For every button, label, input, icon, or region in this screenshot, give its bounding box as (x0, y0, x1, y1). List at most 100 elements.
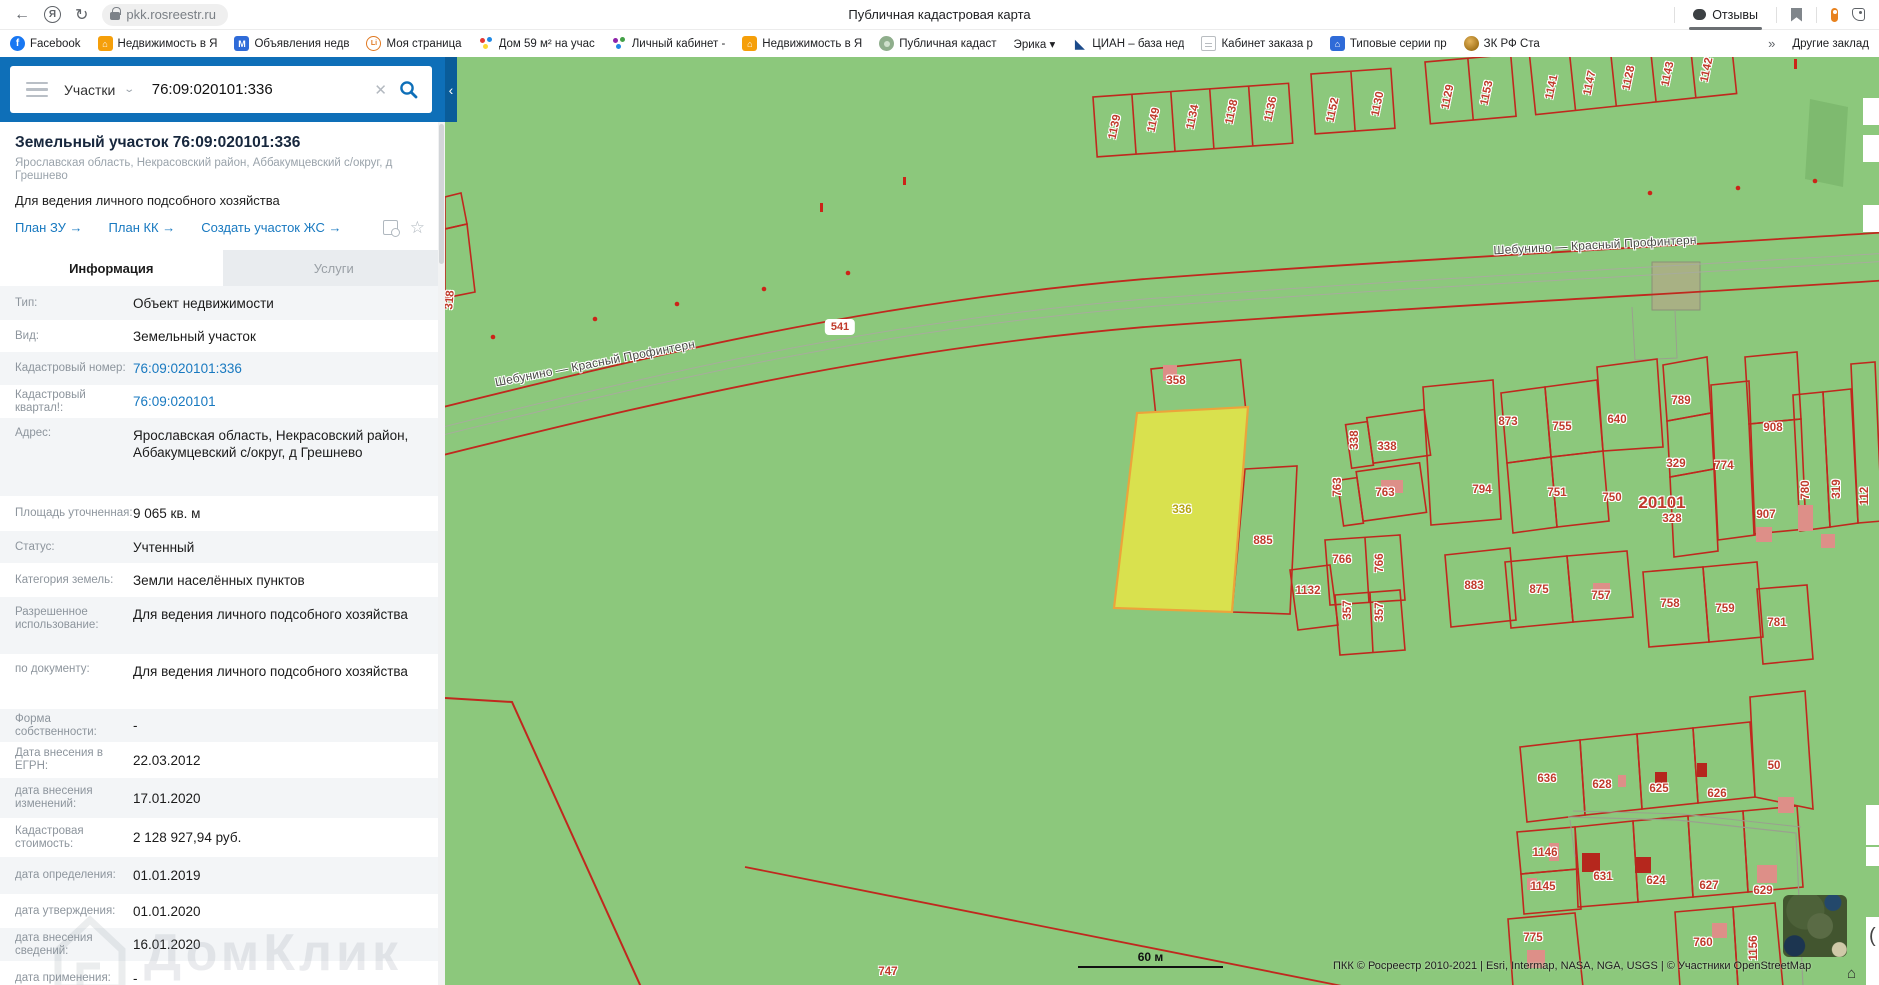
bookmark-icon[interactable] (1791, 7, 1802, 22)
parcel-number-label: 1156 (1748, 935, 1760, 961)
parcel-number-label: 763 (1332, 477, 1344, 497)
bookmark-item[interactable]: Дом 59 м² на учас (478, 36, 595, 51)
bookmark-item[interactable]: Кабинет заказа р (1201, 36, 1313, 51)
address-bar[interactable]: pkk.rosreestr.ru (102, 3, 228, 26)
info-rows: Тип: Объект недвижимости Вид: Земельный уча… (0, 286, 445, 985)
protect-icon[interactable] (1831, 7, 1838, 22)
bookmark-label: Публичная кадаст (899, 37, 997, 50)
basemap-thumbnail[interactable] (1783, 895, 1847, 957)
parcel-number-label: 750 (1602, 492, 1622, 504)
info-value: Объект недвижимости (133, 295, 274, 311)
browser-logo-icon[interactable]: Я (44, 6, 61, 23)
info-value: Ярославская область, Некрасовский район,… (133, 428, 409, 460)
bookmark-label: Кабинет заказа р (1221, 37, 1313, 50)
parcel-links: План ЗУ → План КК → Создать участок ЖС → ☆ (15, 218, 430, 238)
info-label: Дата внесения в ЕГРН: (15, 747, 103, 772)
menu-icon[interactable] (26, 81, 48, 98)
bookmark-item[interactable]: ⌂ Недвижимость в Я (97, 36, 218, 51)
parcel-number-label: 766 (1332, 554, 1352, 566)
info-value: 01.01.2019 (133, 868, 201, 883)
parcel-number-label: 357 (1374, 602, 1386, 622)
house-orange-icon: ⌂ (742, 36, 758, 51)
collapse-panel-button[interactable]: ‹ (445, 57, 457, 122)
screen: ← Я ↻ pkk.rosreestr.ru Публичная кадастр… (0, 0, 1879, 985)
info-label: Кадастровый номер: (15, 362, 126, 374)
li-circle-icon: Li (366, 36, 382, 51)
info-value: - (133, 970, 138, 985)
parcel-number-label: 774 (1714, 460, 1734, 472)
info-row: дата внесения сведений: 16.01.2020 (0, 928, 445, 961)
edge-glyph: ( (1869, 925, 1876, 947)
reviews-label: Отзывы (1712, 7, 1758, 22)
parcel-number-label: 328 (1662, 513, 1682, 525)
info-label: Кадастровая стоимость: (15, 824, 84, 850)
bookmark-item[interactable]: Li Моя страница (366, 36, 462, 51)
info-value[interactable]: 76:09:020101 (133, 393, 445, 410)
bookmark-item[interactable]: ⌂ Недвижимость в Я (742, 36, 862, 51)
info-row: дата утверждения: 01.01.2020 (0, 894, 445, 928)
bookmark-item[interactable]: Публичная кадаст (879, 36, 997, 51)
parcel-number-label: 781 (1767, 617, 1787, 629)
reviews-button[interactable]: Отзывы (1689, 2, 1762, 30)
cadastral-map[interactable]: 1139 1149 1134 1138 1136 1152 1130 1129 1153 1141… (445, 57, 1879, 985)
bookmark-label: Типовые серии пр (1349, 37, 1447, 50)
bookmark-item[interactable]: Эрика ▾ (1014, 37, 1056, 51)
bookmark-item[interactable]: ⌂ Типовые серии пр (1329, 36, 1447, 51)
clear-search-icon[interactable]: ✕ (374, 81, 387, 99)
house-orange-icon: ⌂ (97, 36, 113, 51)
info-label: Категория земель: (15, 573, 114, 586)
parcel-link-2[interactable]: Создать участок ЖС → (201, 220, 341, 238)
bookmark-item[interactable]: ◣ ЦИАН – база нед (1072, 36, 1184, 51)
parcel-link-1[interactable]: План КК → (109, 220, 176, 238)
favorite-star-icon[interactable]: ☆ (410, 218, 425, 238)
edge-tile (1863, 205, 1879, 232)
parcel-number-label: 794 (1472, 484, 1492, 496)
bookmark-label: Недвижимость в Я (117, 37, 218, 50)
scale-text: 60 м (1137, 950, 1164, 964)
edge-tile (1863, 98, 1879, 125)
search-input[interactable] (151, 81, 322, 98)
doc-icon (1201, 36, 1217, 51)
bookmark-label: Facebook (30, 37, 81, 50)
other-bookmarks-button[interactable]: Другие заклад (1792, 38, 1869, 50)
facebook-icon: f (10, 36, 25, 51)
bookmark-item[interactable]: М Объявления недв (234, 36, 349, 51)
edge-control[interactable] (1866, 847, 1879, 866)
info-value: 17.01.2020 (133, 790, 201, 806)
parcel-number-label: 760 (1693, 937, 1713, 949)
zoom-to-parcel-icon[interactable] (383, 220, 400, 237)
panel-scrollbar[interactable] (438, 122, 445, 985)
parcel-number-label: 780 (1800, 480, 1812, 500)
bookmark-item[interactable]: Личный кабинет - (611, 36, 726, 51)
info-row: по документу: Для ведения личного подсобн… (0, 654, 445, 709)
home-icon[interactable]: ⌂ (1847, 965, 1856, 982)
parcel-number-label: 873 (1498, 416, 1518, 428)
info-value[interactable]: 76:09:020101:336 (133, 360, 445, 377)
info-label: Разрешенное использование: (15, 606, 99, 631)
bookmarks-overflow-chevron[interactable]: » (1768, 36, 1775, 51)
parcel-number-label: 755 (1552, 421, 1572, 433)
bookmark-label: Личный кабинет - (631, 37, 726, 50)
scale-line (1078, 966, 1223, 968)
info-value: 2 128 927,94 руб. (133, 830, 242, 845)
collections-icon[interactable] (1852, 8, 1865, 21)
info-row: дата применения: - (0, 961, 445, 985)
info-row: Площадь уточненная: 9 065 кв. м (0, 496, 445, 531)
tab-информация[interactable]: Информация (0, 250, 223, 286)
info-row: Тип: Объект недвижимости (0, 286, 445, 320)
page-title: Публичная кадастровая карта (848, 7, 1031, 22)
bookmark-item[interactable]: ЗК РФ Ста (1463, 36, 1540, 51)
speech-bubble-icon (1693, 9, 1707, 20)
edge-control[interactable] (1866, 805, 1879, 845)
search-icon[interactable] (399, 80, 418, 99)
parcel-link-0[interactable]: План ЗУ → (15, 220, 83, 238)
info-value: Учтенный (133, 539, 195, 555)
parcel-number-label: 631 (1593, 871, 1613, 883)
search-category-dropdown[interactable]: Участки ⌄ (64, 82, 135, 98)
scale-bar: 60 м (1078, 950, 1223, 968)
tab-услуги[interactable]: Услуги (222, 250, 445, 286)
back-icon[interactable]: ← (14, 6, 30, 24)
bookmark-item[interactable]: f Facebook (10, 36, 81, 51)
reload-icon[interactable]: ↻ (75, 5, 88, 25)
parcel-number-label: 883 (1464, 580, 1484, 592)
